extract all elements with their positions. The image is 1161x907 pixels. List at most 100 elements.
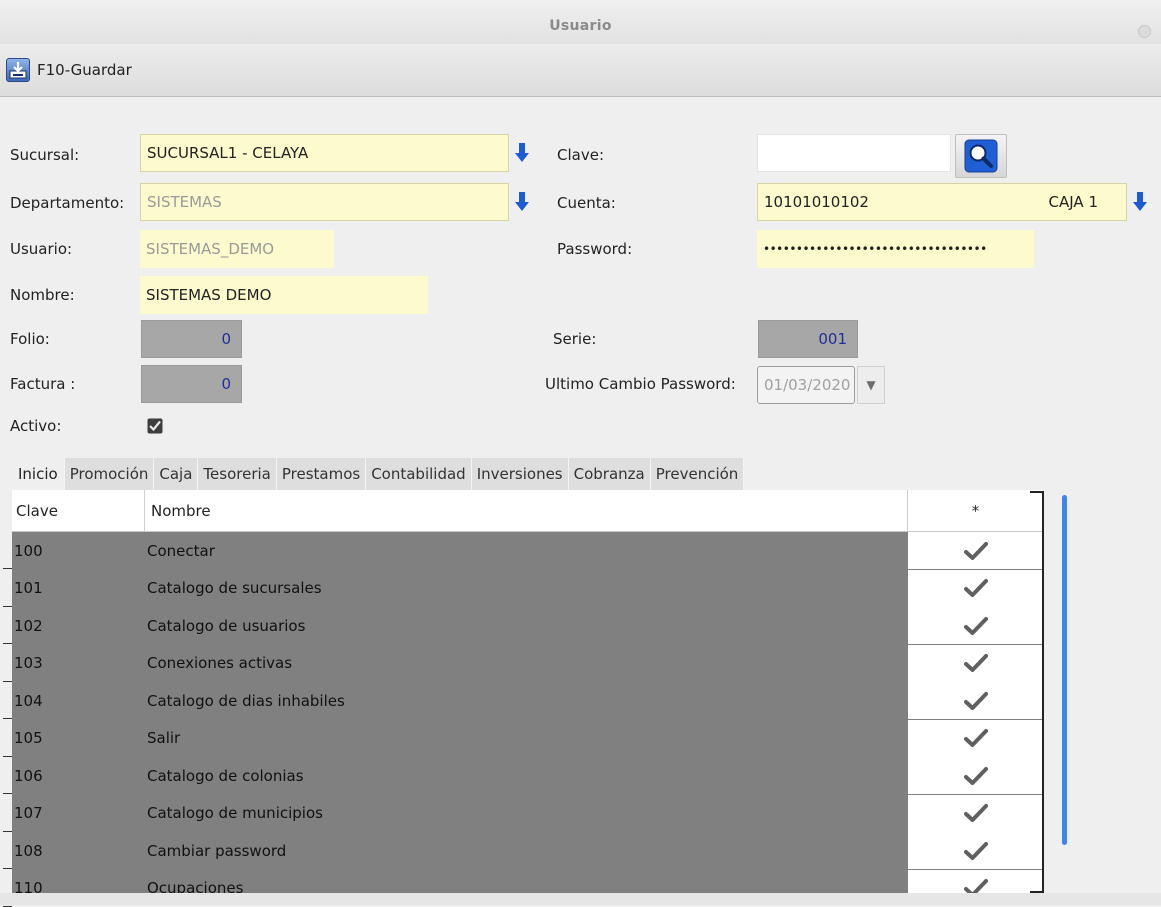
checkmark-icon: [963, 691, 988, 710]
table-row[interactable]: 104 Catalogo de dias inhabiles: [12, 682, 1043, 719]
cell-clave: 104: [14, 691, 43, 710]
usuario-label: Usuario:: [10, 240, 73, 258]
ultimo-cambio-label: Ultimo Cambio Password:: [545, 375, 736, 393]
cuenta-label: Cuenta:: [557, 194, 616, 212]
checkmark-icon: [963, 729, 988, 747]
cell-clave: 101: [14, 579, 43, 597]
sucursal-label: Sucursal:: [10, 146, 80, 164]
date-dropdown-button[interactable]: ▼: [857, 366, 885, 404]
search-icon: [964, 139, 998, 173]
permissions-grid: Clave Nombre * 100 Conectar 101 Catalogo de…: [12, 490, 1043, 893]
departamento-dropdown-button[interactable]: [509, 183, 535, 221]
cell-clave: 106: [14, 766, 43, 785]
cell-nombre: Catalogo de colonias: [147, 766, 304, 785]
password-field[interactable]: ••••••••••••••••••••••••••••••••••: [757, 230, 1034, 268]
column-header-clave[interactable]: Clave: [16, 490, 58, 531]
checkmark-icon: [963, 804, 988, 822]
folio-label: Folio:: [10, 330, 50, 348]
sucursal-field[interactable]: SUCURSAL1 - CELAYA: [140, 134, 509, 172]
checkmark-icon: [963, 616, 988, 635]
save-button-label: F10-Guardar: [37, 61, 132, 79]
tab-promoci-n[interactable]: Promoción: [64, 458, 155, 490]
tab-contabilidad[interactable]: Contabilidad: [366, 458, 472, 490]
cell-permission-check[interactable]: [908, 569, 1043, 607]
column-header-nombre[interactable]: Nombre: [151, 490, 211, 531]
cell-clave: 100: [14, 541, 43, 560]
table-row[interactable]: 102 Catalogo de usuarios: [12, 607, 1043, 644]
column-header-star[interactable]: *: [908, 490, 1043, 531]
tab-inversiones[interactable]: Inversiones: [471, 458, 569, 490]
cell-permission-check[interactable]: [908, 682, 1043, 719]
usuario-field[interactable]: SISTEMAS_DEMO: [140, 230, 334, 268]
checkmark-icon: [963, 654, 988, 672]
cell-permission-check[interactable]: [908, 532, 1043, 569]
checkmark-icon: [963, 841, 988, 860]
activo-label: Activo:: [10, 417, 62, 435]
password-label: Password:: [557, 240, 633, 258]
cell-clave: 105: [14, 729, 43, 747]
table-row[interactable]: 108 Cambiar password: [12, 832, 1043, 869]
cell-clave: 110: [14, 879, 43, 893]
clave-field[interactable]: [757, 134, 951, 172]
tab-cobranza[interactable]: Cobranza: [568, 458, 651, 490]
cell-clave: 102: [14, 616, 43, 635]
nombre-field[interactable]: SISTEMAS DEMO: [140, 276, 428, 314]
bottom-strip: [0, 893, 1161, 905]
cell-clave: 107: [14, 804, 43, 822]
tab-prevenci-n[interactable]: Prevención: [650, 458, 745, 490]
cell-nombre: Catalogo de municipios: [147, 804, 323, 822]
activo-checkbox[interactable]: [147, 418, 163, 434]
tab-prestamos[interactable]: Prestamos: [276, 458, 367, 490]
window-titlebar: Usuario: [0, 0, 1161, 44]
cell-permission-check[interactable]: [908, 644, 1043, 682]
grid-vertical-scrollbar[interactable]: [1062, 495, 1067, 845]
cell-permission-check[interactable]: [908, 757, 1043, 794]
arrow-down-icon: [515, 143, 529, 162]
checkmark-icon: [963, 541, 988, 560]
checkmark-icon: [963, 879, 988, 893]
cell-permission-check[interactable]: [908, 869, 1043, 893]
cell-permission-check[interactable]: [908, 607, 1043, 644]
ultimo-cambio-date-field[interactable]: 01/03/2020: [757, 366, 855, 404]
departamento-field[interactable]: SISTEMAS: [140, 183, 509, 221]
checkmark-icon: [963, 766, 988, 785]
toolbar: F10-Guardar: [0, 44, 1161, 97]
tab-inicio[interactable]: Inicio: [12, 458, 65, 490]
cell-clave: 103: [14, 654, 43, 672]
cell-nombre: Catalogo de usuarios: [147, 616, 306, 635]
save-button[interactable]: F10-Guardar: [6, 52, 132, 88]
factura-field[interactable]: 0: [141, 365, 242, 403]
cell-nombre: Conexiones activas: [147, 654, 293, 672]
table-row[interactable]: 105 Salir: [12, 719, 1043, 757]
sucursal-dropdown-button[interactable]: [509, 134, 535, 172]
cell-clave: 108: [14, 841, 43, 860]
cuenta-dropdown-button[interactable]: [1127, 183, 1153, 221]
table-row[interactable]: 101 Catalogo de sucursales: [12, 569, 1043, 607]
cell-nombre: Catalogo de sucursales: [147, 579, 322, 597]
table-row[interactable]: 106 Catalogo de colonias: [12, 757, 1043, 794]
module-tabs: Inicio Promoción Caja Tesoreria Prestamos Con…: [12, 458, 745, 490]
tab-caja[interactable]: Caja: [154, 458, 199, 490]
grid-header: Clave Nombre *: [12, 490, 1043, 532]
search-button[interactable]: [955, 134, 1007, 178]
cell-permission-check[interactable]: [908, 719, 1043, 757]
cell-nombre: Conectar: [147, 541, 215, 560]
window-close-button[interactable]: [1138, 25, 1151, 38]
cell-permission-check[interactable]: [908, 794, 1043, 832]
serie-field[interactable]: 001: [758, 320, 858, 358]
table-row[interactable]: 110 Ocupaciones: [12, 869, 1043, 893]
triangle-down-icon: ▼: [866, 378, 876, 392]
table-row[interactable]: 103 Conexiones activas: [12, 644, 1043, 682]
cell-nombre: Catalogo de dias inhabiles: [147, 691, 345, 710]
cell-permission-check[interactable]: [908, 832, 1043, 869]
table-row[interactable]: 100 Conectar: [12, 532, 1043, 569]
save-icon: [6, 58, 30, 82]
tab-tesoreria[interactable]: Tesoreria: [198, 458, 277, 490]
table-row[interactable]: 107 Catalogo de municipios: [12, 794, 1043, 832]
arrow-down-icon: [515, 192, 529, 211]
clave-label: Clave:: [557, 146, 604, 164]
cuenta-field[interactable]: 10101010102 CAJA 1: [757, 183, 1127, 221]
serie-label: Serie:: [553, 330, 597, 348]
cell-nombre: Ocupaciones: [147, 879, 244, 893]
folio-field[interactable]: 0: [141, 320, 242, 358]
